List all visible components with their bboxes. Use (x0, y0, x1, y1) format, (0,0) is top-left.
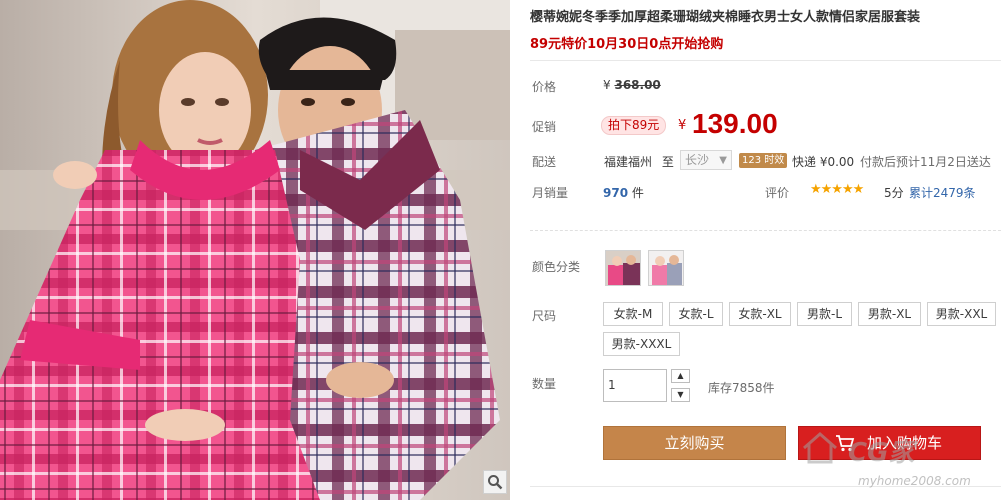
divider (530, 230, 1001, 231)
watermark-house-icon (803, 432, 837, 464)
product-image[interactable] (0, 0, 510, 500)
sales-count: 970 (603, 186, 629, 200)
sales-unit: 件 (631, 186, 644, 200)
increase-quantity-button[interactable]: ▲ (671, 369, 690, 383)
size-option[interactable]: 男款-XL (858, 302, 921, 326)
color-swatch-purple[interactable] (605, 250, 641, 286)
size-option[interactable]: 男款-XXL (927, 302, 996, 326)
delivery-time-badge: 123 时效 (739, 153, 788, 168)
size-option[interactable]: 女款-L (669, 302, 723, 326)
price-label: 价格 (532, 80, 557, 94)
star-rating-icon: ★★★★★ (810, 182, 864, 197)
shipping-label: 配送 (532, 155, 557, 169)
quantity-label: 数量 (532, 377, 557, 391)
product-info-panel: 樱蒂婉妮冬季季加厚超柔珊瑚绒夹棉睡衣男士女人款情侣家居服套装 89元特价10月3… (520, 0, 1001, 500)
promo-tag: 拍下89元 (601, 116, 667, 135)
original-price-value: 368.00 (614, 78, 661, 92)
divider (530, 60, 1001, 61)
rating-label: 评价 (765, 186, 790, 200)
size-option[interactable]: 男款-L (797, 302, 852, 326)
promo-subtitle: 89元特价10月30日0点开始抢购 (530, 37, 724, 52)
magnifier-icon (488, 475, 503, 490)
size-option[interactable]: 女款-M (603, 302, 663, 326)
size-option[interactable]: 女款-XL (729, 302, 791, 326)
couple-photo-illustration (0, 0, 510, 500)
original-price: ¥ 368.00 (603, 78, 661, 92)
sales-label: 月销量 (532, 186, 569, 200)
swatch-thumbnail (606, 251, 640, 285)
product-title: 樱蒂婉妮冬季季加厚超柔珊瑚绒夹棉睡衣男士女人款情侣家居服套装 (530, 10, 921, 25)
destination-select[interactable]: 长沙 ▼ (680, 150, 732, 170)
size-label: 尺码 (532, 309, 557, 323)
delivery-estimate: 付款后预计11月2日送达 (860, 155, 991, 169)
quantity-input[interactable]: 1 (603, 369, 667, 402)
shipping-fee: 快递 ¥0.00 (792, 155, 855, 169)
ship-from: 福建福州 至 (604, 153, 674, 170)
size-option[interactable]: 男款-XXXL (603, 332, 680, 356)
decrease-quantity-button[interactable]: ▼ (671, 388, 690, 402)
swatch-thumbnail (649, 251, 683, 285)
ship-to-prefix: 至 (661, 155, 674, 169)
stock-count: 库存7858件 (708, 381, 775, 395)
watermark-logo-text: CG家 (848, 438, 915, 468)
promo-currency: ¥ (678, 118, 687, 133)
color-swatch-pink[interactable] (648, 250, 684, 286)
monthly-sales: 970 件 (603, 184, 644, 201)
currency-symbol: ¥ (603, 78, 611, 92)
reviews-link[interactable]: 累计2479条 (909, 184, 976, 201)
buy-now-button[interactable]: 立刻购买 (603, 426, 786, 460)
destination-value: 长沙 (685, 153, 710, 167)
color-label: 颜色分类 (532, 260, 581, 274)
zoom-button[interactable] (483, 470, 507, 494)
watermark-url: myhome2008.com (858, 474, 971, 488)
chevron-down-icon: ▼ (719, 155, 727, 166)
promo-price: 139.00 (692, 108, 778, 139)
rating-score: 5分 (884, 186, 904, 200)
ship-origin: 福建福州 (604, 155, 653, 169)
promo-label: 促销 (532, 120, 557, 134)
